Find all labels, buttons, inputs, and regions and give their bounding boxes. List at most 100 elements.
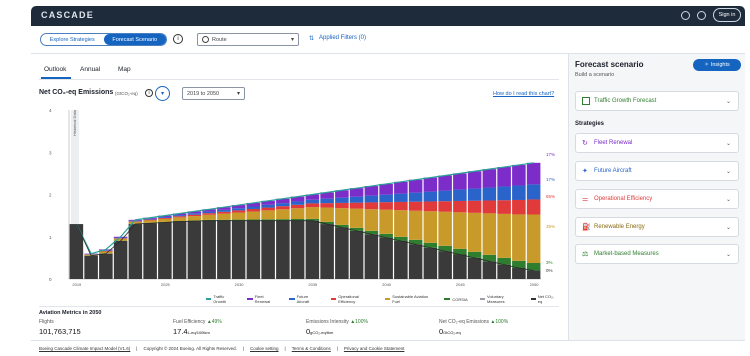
bar-segment bbox=[276, 206, 290, 210]
segment-percent-label: 0% bbox=[546, 268, 553, 273]
legend-swatch bbox=[444, 298, 451, 300]
tab-outlook[interactable]: Outlook bbox=[44, 66, 66, 73]
bar-segment bbox=[128, 221, 143, 222]
bar-segment bbox=[172, 221, 187, 279]
chevron-down-icon: ⌄ bbox=[725, 197, 731, 203]
bar-segment bbox=[290, 208, 305, 220]
applied-filters-link[interactable]: Applied Filters (0) bbox=[319, 35, 366, 41]
bar-segment bbox=[394, 193, 408, 202]
legend-item[interactable]: Voluntary Measures bbox=[479, 294, 525, 304]
bar-segment bbox=[423, 211, 438, 243]
bar-segment bbox=[467, 171, 482, 189]
legend-item[interactable]: Fleet Renewal bbox=[247, 294, 283, 304]
help-chart-link[interactable]: How do I read this chart? bbox=[493, 91, 554, 97]
legend-swatch bbox=[206, 298, 212, 300]
metric-unit: L-eq/100tkm bbox=[187, 330, 210, 335]
metric-unit: gCO₂-eq/tkm bbox=[310, 330, 334, 335]
bar-segment bbox=[467, 188, 482, 201]
bar-segment bbox=[276, 220, 290, 279]
expand-chart-button[interactable]: ▾ bbox=[155, 86, 170, 101]
bar-segment bbox=[290, 220, 305, 279]
bar-segment bbox=[202, 220, 216, 279]
strategy-renewable-energy[interactable]: ⛽ Renewable Energy ⌄ bbox=[575, 217, 739, 237]
bar-segment bbox=[290, 201, 305, 205]
help-icon[interactable] bbox=[697, 11, 706, 20]
legend-item[interactable]: Sustainable Aviation Fuel bbox=[384, 294, 438, 304]
strategy-future-aircraft[interactable]: ✦ Future Aircraft ⌄ bbox=[575, 161, 739, 181]
insights-label: Insights bbox=[710, 62, 730, 68]
bar-segment bbox=[379, 183, 393, 195]
tab-map[interactable]: Map bbox=[118, 66, 131, 73]
segment-percent-label: 17% bbox=[546, 152, 555, 157]
bar-segment bbox=[408, 244, 423, 279]
bar-segment bbox=[187, 221, 202, 279]
y-tick-label: 1 bbox=[49, 235, 52, 240]
strategy-operational-efficiency[interactable]: ⚌ Operational Efficiency ⌄ bbox=[575, 189, 739, 209]
chevron-down-icon: ⌄ bbox=[725, 141, 731, 147]
bar-segment bbox=[335, 197, 349, 203]
bar-segment bbox=[482, 213, 497, 255]
forecast-scenario-tab[interactable]: Forecast Scenario bbox=[103, 34, 166, 45]
sign-in-button[interactable]: Sign in bbox=[713, 8, 741, 22]
app-header: CASCADE Sign in bbox=[31, 6, 745, 26]
y-tick-label: 2 bbox=[49, 193, 52, 198]
footer-item[interactable]: Terms & Conditions bbox=[292, 346, 331, 351]
bar-segment bbox=[438, 251, 452, 279]
footer-item[interactable]: Boeing Cascade Climate Impact Model (V1.… bbox=[39, 346, 130, 351]
route-select[interactable]: Route ▾ bbox=[197, 33, 299, 46]
mode-toggle[interactable]: Explore Strategies Forecast Scenario bbox=[40, 33, 167, 46]
bar-segment bbox=[276, 209, 290, 220]
explore-strategies-tab[interactable]: Explore Strategies bbox=[41, 34, 104, 45]
bar-segment bbox=[438, 211, 452, 246]
bar-segment bbox=[261, 220, 275, 279]
footer-item[interactable]: Privacy and Cookie Statement bbox=[344, 346, 405, 351]
bar-segment bbox=[246, 211, 261, 220]
bar-segment bbox=[364, 209, 379, 231]
chart-info-icon[interactable]: i bbox=[145, 89, 153, 97]
gear-icon[interactable] bbox=[681, 11, 690, 20]
chevron-down-icon: ⌄ bbox=[725, 99, 731, 105]
bar-segment bbox=[423, 191, 438, 202]
info-icon[interactable]: i bbox=[173, 34, 183, 44]
tab-annual[interactable]: Annual bbox=[80, 66, 100, 73]
emissions-chart: Historical Data 0 1 2 3 4 2019 2025 2030 2035 2040… bbox=[49, 108, 555, 287]
traffic-growth-card[interactable]: Traffic Growth Forecast ⌄ bbox=[575, 91, 739, 111]
traffic-growth-label: Traffic Growth Forecast bbox=[594, 98, 657, 104]
strategy-label: Market-based Measures bbox=[594, 251, 659, 257]
bar-segment bbox=[438, 190, 452, 202]
bar-segment bbox=[305, 207, 320, 219]
legend-item[interactable]: Traffic Growth bbox=[206, 294, 241, 304]
bar-segment bbox=[335, 202, 349, 209]
footer-item[interactable]: Cookie setting bbox=[250, 346, 279, 351]
bar-segment bbox=[261, 210, 275, 220]
legend-label: Net CO₂-eq bbox=[537, 294, 555, 304]
bar-segment bbox=[305, 199, 320, 204]
insights-button[interactable]: ✧ Insights bbox=[693, 59, 741, 71]
bar-segment bbox=[172, 215, 187, 217]
strategy-market-based-measures[interactable]: ⚖ Market-based Measures ⌄ bbox=[575, 244, 739, 264]
bar-segment bbox=[246, 206, 261, 209]
legend-item[interactable]: CORSIA bbox=[444, 294, 473, 304]
chart-unit: (GtCO₂-eq) bbox=[115, 91, 138, 96]
bar-segment bbox=[113, 237, 128, 239]
legend-item[interactable]: Operational Efficiency bbox=[330, 294, 379, 304]
filter-icon[interactable]: ⇅ bbox=[309, 35, 314, 42]
metric-value: 101,763,715 bbox=[39, 327, 81, 336]
year-range-select[interactable]: 2019 to 2050 ▾ bbox=[182, 87, 245, 100]
metric-value: 0GtCO₂-eq bbox=[439, 327, 461, 336]
x-tick-label: 2030 bbox=[235, 282, 245, 287]
bar-segment bbox=[364, 234, 379, 279]
cycle-icon: ↻ bbox=[582, 140, 588, 147]
segment-percent-label: 35% bbox=[546, 224, 555, 229]
fuel-icon: ⛽ bbox=[582, 224, 591, 231]
legend-item[interactable]: Net CO₂-eq bbox=[530, 294, 563, 304]
bar-segment bbox=[320, 207, 334, 222]
bar-segment bbox=[217, 211, 231, 214]
bar-segment bbox=[349, 202, 364, 209]
bar-segment bbox=[408, 179, 423, 193]
bar-segment bbox=[453, 189, 467, 201]
metric-label: Fuel Efficiency ▲49% bbox=[173, 319, 222, 325]
strategy-fleet-renewal[interactable]: ↻ Fleet Renewal ⌄ bbox=[575, 133, 739, 153]
legend-item[interactable]: Future Aircraft bbox=[289, 294, 325, 304]
chevron-down-icon: ▾ bbox=[290, 37, 294, 43]
